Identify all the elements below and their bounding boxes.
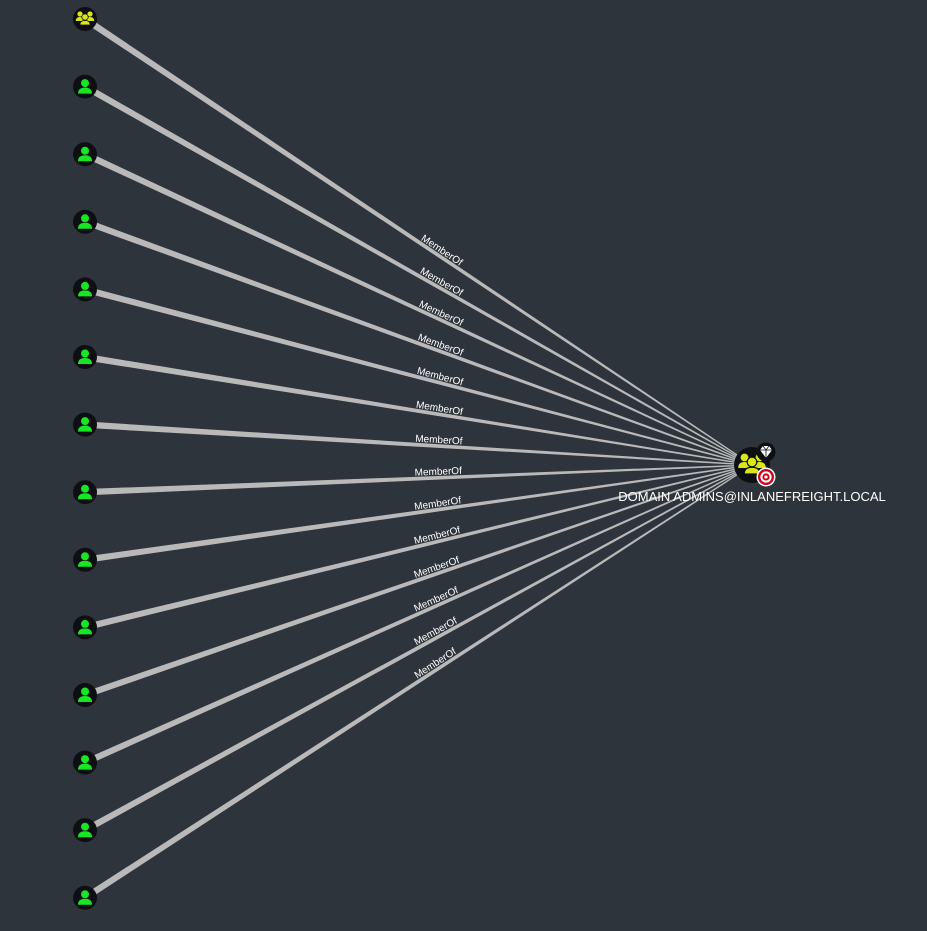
- source-node-user[interactable]: [73, 480, 97, 505]
- user-head: [81, 146, 89, 155]
- user-head: [81, 890, 89, 899]
- user-head: [81, 281, 89, 290]
- edge-memberof[interactable]: [83, 464, 753, 834]
- source-node-user[interactable]: [73, 683, 97, 707]
- user-icon: [73, 345, 97, 369]
- source-node-user[interactable]: [73, 277, 97, 302]
- group-icon: [73, 7, 97, 31]
- target-node-label: DOMAIN ADMINS@INLANEFREIGHT.LOCAL: [618, 489, 885, 504]
- source-node-user[interactable]: [73, 547, 97, 572]
- source-node-user[interactable]: [73, 74, 97, 99]
- source-node-group[interactable]: [73, 7, 97, 31]
- source-node-user[interactable]: [73, 750, 97, 775]
- target-icon: [756, 467, 776, 487]
- source-node-user[interactable]: [73, 885, 97, 910]
- edge-label: MemberOf: [413, 646, 459, 681]
- user-head: [81, 349, 89, 358]
- user-head: [81, 552, 89, 561]
- edge-label: MemberOf: [414, 466, 462, 479]
- user-icon: [73, 209, 97, 234]
- user-icon: [73, 683, 97, 707]
- user-icon: [73, 818, 97, 843]
- user-icon: [73, 480, 97, 505]
- graph-canvas[interactable]: MemberOfMemberOfMemberOfMemberOfMemberOf…: [0, 0, 927, 931]
- source-node-user[interactable]: [73, 345, 97, 369]
- edge-memberof[interactable]: [83, 16, 753, 466]
- user-head: [81, 79, 89, 88]
- user-icon: [73, 750, 97, 775]
- user-icon: [73, 615, 97, 640]
- user-head: [81, 687, 89, 696]
- user-head: [81, 755, 89, 764]
- node-layer: [73, 7, 97, 910]
- user-icon: [73, 142, 97, 167]
- edge-label: MemberOf: [413, 616, 460, 648]
- edge-memberof[interactable]: [83, 464, 753, 901]
- source-node-user[interactable]: [73, 818, 97, 843]
- user-icon: [73, 412, 97, 437]
- source-node-user[interactable]: [73, 209, 97, 234]
- source-node-user[interactable]: [73, 412, 97, 437]
- user-head: [81, 619, 89, 628]
- group-member-body: [79, 20, 91, 26]
- diamond-icon: [756, 442, 776, 462]
- user-icon: [73, 885, 97, 910]
- user-head: [81, 822, 89, 831]
- edge-label: MemberOf: [416, 366, 465, 389]
- user-head: [81, 214, 89, 223]
- user-icon: [73, 74, 97, 99]
- user-head: [81, 484, 89, 493]
- source-node-user[interactable]: [73, 142, 97, 167]
- target-node-domain-admins[interactable]: DOMAIN ADMINS@INLANEFREIGHT.LOCAL: [618, 442, 886, 505]
- source-node-user[interactable]: [73, 615, 97, 640]
- user-icon: [73, 547, 97, 572]
- user-head: [81, 417, 89, 426]
- edge-layer: [83, 16, 753, 901]
- user-icon: [73, 277, 97, 302]
- edge-label: MemberOf: [418, 266, 465, 299]
- edge-label: MemberOf: [413, 525, 462, 547]
- group-member-head: [81, 13, 89, 21]
- edge-label: MemberOf: [419, 233, 465, 269]
- group-member-head: [746, 456, 758, 468]
